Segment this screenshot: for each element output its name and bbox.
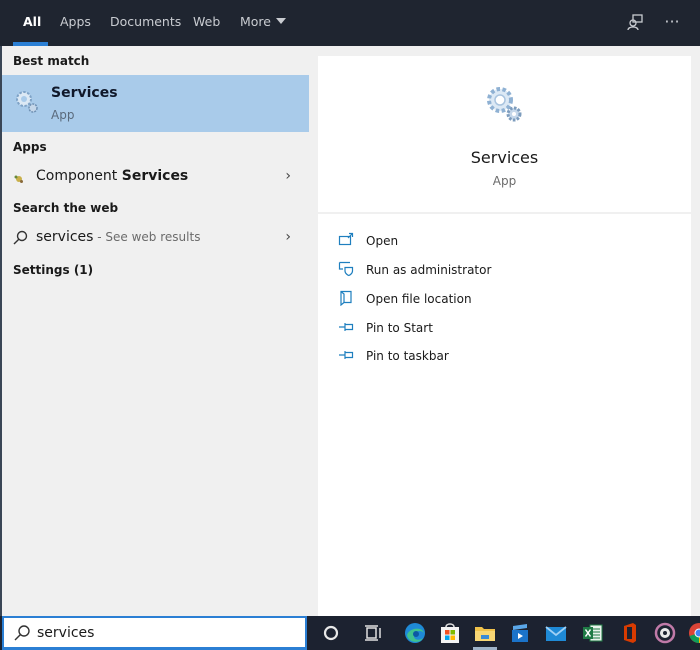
results-panel: Best match Services App Apps Component S… [0, 46, 309, 616]
tab-web[interactable]: Web [193, 0, 220, 46]
chevron-right-icon[interactable]: › [285, 229, 291, 245]
action-label: Open [366, 234, 399, 248]
tab-documents[interactable]: Documents [110, 0, 181, 46]
detail-header: Services App [318, 56, 691, 214]
chrome-icon[interactable] [686, 620, 700, 646]
app-result-prefix: Component [36, 168, 122, 184]
edge-icon[interactable] [402, 620, 428, 646]
search-web-heading: Search the web [13, 201, 119, 215]
caret-down-icon [276, 18, 286, 24]
more-options-icon[interactable]: ··· [661, 12, 683, 34]
best-match-type: App [51, 108, 75, 122]
search-tab-bar: All Apps Documents Web More ··· [0, 0, 700, 46]
action-pin-to-start[interactable]: Pin to Start [338, 317, 668, 341]
best-match-name: Services [51, 85, 118, 101]
groove-music-icon[interactable] [652, 620, 678, 646]
taskbar-search-box[interactable] [2, 616, 307, 650]
search-icon [12, 230, 28, 250]
action-label: Open file location [366, 292, 472, 306]
web-result-label: services - See web results [36, 229, 200, 245]
component-services-icon [13, 170, 25, 189]
app-result-component-services[interactable]: Component Services › [2, 162, 309, 192]
open-icon [338, 232, 354, 246]
best-match-services[interactable]: Services App [2, 75, 309, 132]
gear-services-large-icon [484, 84, 524, 128]
cortana-icon[interactable] [318, 620, 344, 646]
web-query: services [36, 229, 94, 245]
excel-icon[interactable] [580, 620, 606, 646]
detail-app-name: Services [470, 148, 539, 167]
web-suffix: - See web results [93, 230, 201, 244]
tab-apps[interactable]: Apps [60, 0, 91, 46]
gear-services-icon [14, 89, 40, 119]
tab-all[interactable]: All [23, 0, 41, 46]
search-icon [13, 624, 31, 646]
apps-heading: Apps [13, 140, 47, 154]
action-label: Run as administrator [366, 263, 492, 277]
pin-icon [339, 351, 354, 359]
app-result-highlight: Services [121, 168, 189, 184]
mail-icon[interactable] [543, 620, 569, 646]
file-explorer-icon[interactable] [472, 620, 498, 646]
action-pin-to-taskbar[interactable]: Pin to taskbar [338, 345, 668, 369]
web-result-services[interactable]: services - See web results › [2, 223, 309, 253]
chevron-right-icon[interactable]: › [285, 168, 291, 184]
feedback-icon[interactable] [624, 12, 646, 34]
run-as-admin-icon [338, 261, 354, 277]
settings-heading[interactable]: Settings (1) [13, 263, 93, 277]
action-open[interactable]: Open [338, 230, 668, 254]
search-input[interactable] [37, 625, 287, 641]
action-open-file-location[interactable]: Open file location [338, 288, 668, 312]
action-label: Pin to Start [366, 321, 433, 335]
detail-app-type: App [492, 174, 517, 188]
tab-more-label: More [240, 14, 271, 29]
pin-icon [339, 323, 354, 331]
office-icon[interactable] [616, 620, 642, 646]
action-label: Pin to taskbar [366, 349, 449, 363]
media-player-icon[interactable] [507, 620, 533, 646]
tab-more[interactable]: More [240, 0, 286, 46]
file-location-icon [340, 290, 352, 306]
windows-search-window: All Apps Documents Web More ··· Best mat… [0, 0, 700, 650]
detail-panel: Services App Open Run as administrator O… [318, 56, 691, 616]
microsoft-store-icon[interactable] [437, 620, 463, 646]
best-match-heading: Best match [13, 54, 90, 68]
action-run-as-administrator[interactable]: Run as administrator [338, 259, 668, 283]
task-view-icon[interactable] [360, 620, 386, 646]
app-result-label: Component Services [36, 168, 188, 184]
